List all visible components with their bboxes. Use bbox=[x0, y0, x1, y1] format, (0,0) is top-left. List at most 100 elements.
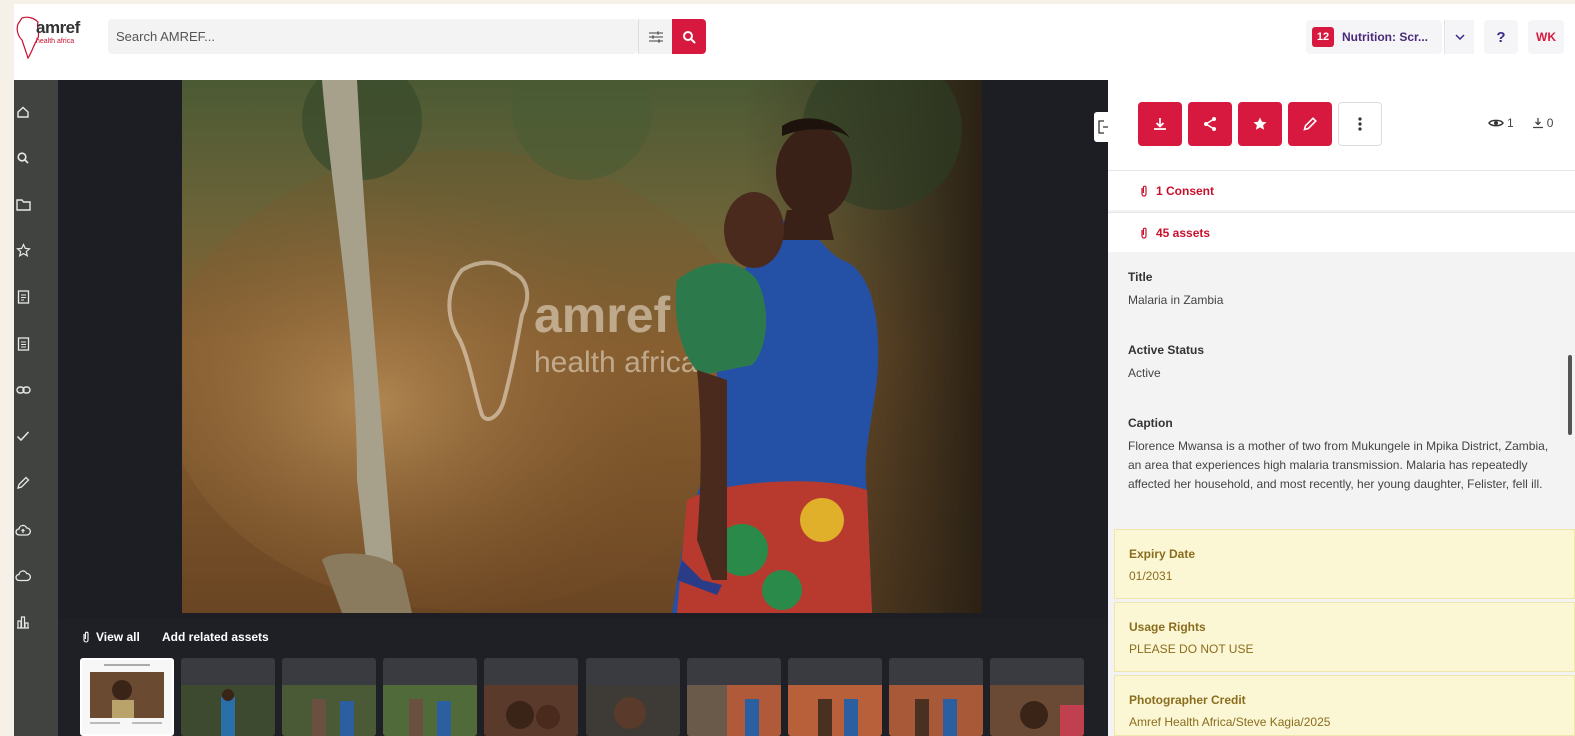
search-icon bbox=[17, 152, 29, 164]
related-assets-bar: View all Add related assets bbox=[58, 618, 1108, 736]
field-value: Malaria in Zambia bbox=[1128, 293, 1224, 307]
chevron-down-icon bbox=[1454, 34, 1465, 40]
cloud-upload-icon bbox=[15, 524, 31, 536]
field-label: Active Status bbox=[1128, 343, 1205, 357]
assets-label: 45 assets bbox=[1156, 225, 1211, 240]
paperclip-icon bbox=[1141, 227, 1147, 239]
search-box bbox=[108, 19, 638, 54]
asset-details-panel: 1 0 1 Consent 45 assets Title Malaria in… bbox=[1108, 80, 1575, 736]
sidebar-item-edit[interactable] bbox=[14, 472, 32, 494]
paperclip-icon bbox=[1141, 185, 1147, 197]
collection-count-badge: 12 bbox=[1312, 27, 1334, 47]
thumbnail[interactable] bbox=[990, 658, 1084, 736]
downloads-stat: 0 bbox=[1532, 116, 1554, 130]
download-button[interactable] bbox=[1138, 102, 1182, 146]
sidebar-item-folders[interactable] bbox=[14, 193, 32, 215]
thumbnail[interactable] bbox=[889, 658, 983, 736]
sidebar-item-favorites[interactable] bbox=[14, 239, 32, 261]
sidebar-item-cloud[interactable] bbox=[14, 565, 32, 587]
field-value: PLEASE DO NOT USE bbox=[1129, 642, 1254, 656]
sidebar-item-documents[interactable] bbox=[14, 286, 32, 308]
sidebar-item-approvals[interactable] bbox=[14, 425, 32, 447]
view-all-link[interactable]: View all bbox=[82, 630, 140, 644]
eye-icon bbox=[1488, 119, 1504, 127]
magnifier-icon bbox=[683, 30, 696, 43]
field-caption: Caption Florence Mwansa is a mother of t… bbox=[1128, 416, 1564, 494]
top-bar: amref health africa 12 Nutrition: Scr... bbox=[14, 4, 1575, 80]
field-label: Caption bbox=[1128, 416, 1173, 430]
asset-viewer: amref health africa View all Add related… bbox=[58, 80, 1108, 736]
cloud-icon bbox=[15, 570, 31, 582]
consent-link[interactable]: 1 Consent bbox=[1108, 170, 1575, 210]
thumbnail[interactable] bbox=[586, 658, 680, 736]
search-input[interactable] bbox=[116, 19, 616, 54]
thumbnail[interactable] bbox=[181, 658, 275, 736]
amref-logo[interactable]: amref health africa bbox=[14, 14, 94, 62]
document-icon bbox=[17, 290, 29, 304]
user-avatar-button[interactable]: WK bbox=[1528, 20, 1564, 54]
star-filled-icon bbox=[1253, 117, 1267, 130]
thumbnail[interactable] bbox=[788, 658, 882, 736]
thumbnail[interactable] bbox=[484, 658, 578, 736]
field-expiry-date: Expiry Date 01/2031 bbox=[1114, 529, 1575, 599]
collection-dropdown-button[interactable] bbox=[1444, 20, 1474, 54]
assets-link[interactable]: 45 assets bbox=[1108, 212, 1575, 252]
logo-tagline: health africa bbox=[36, 38, 75, 45]
sidebar-item-upload[interactable] bbox=[14, 519, 32, 541]
asset-photo[interactable]: amref health africa bbox=[182, 80, 982, 613]
thumbnail[interactable] bbox=[383, 658, 477, 736]
kebab-menu-icon bbox=[1358, 117, 1362, 131]
photo-illustration: amref health africa bbox=[182, 80, 982, 613]
thumbnail-image bbox=[484, 685, 578, 736]
share-button[interactable] bbox=[1188, 102, 1232, 146]
add-related-assets-link[interactable]: Add related assets bbox=[162, 630, 269, 644]
field-title: Title Malaria in Zambia bbox=[1128, 270, 1548, 310]
document-thumbnail-icon bbox=[82, 660, 172, 734]
field-value: Amref Health Africa/Steve Kagia/2025 bbox=[1129, 715, 1331, 729]
paperclip-icon bbox=[83, 631, 89, 643]
sidebar-item-search[interactable] bbox=[14, 147, 32, 169]
collection-label: Nutrition: Scr... bbox=[1342, 30, 1429, 44]
download-icon bbox=[1154, 118, 1166, 130]
share-icon bbox=[1204, 117, 1216, 131]
thumbnail[interactable] bbox=[282, 658, 376, 736]
check-icon bbox=[16, 431, 30, 442]
field-value: 01/2031 bbox=[1129, 569, 1173, 583]
help-button[interactable]: ? bbox=[1484, 20, 1518, 54]
field-label: Usage Rights bbox=[1129, 620, 1206, 634]
thumbnail[interactable] bbox=[687, 658, 781, 736]
asset-actions-bar: 1 0 bbox=[1108, 80, 1575, 170]
thumbnail-consent-document[interactable] bbox=[80, 658, 174, 736]
views-count: 1 bbox=[1507, 116, 1514, 130]
thumbnail-image bbox=[788, 685, 882, 736]
field-usage-rights: Usage Rights PLEASE DO NOT USE bbox=[1114, 602, 1575, 672]
downloads-count: 0 bbox=[1546, 116, 1554, 130]
panel-scrollbar[interactable] bbox=[1568, 355, 1572, 435]
more-options-button[interactable] bbox=[1338, 102, 1382, 146]
search-button[interactable] bbox=[672, 19, 706, 54]
edit-button[interactable] bbox=[1288, 102, 1332, 146]
asset-stats: 1 0 bbox=[1488, 116, 1553, 130]
sidebar-item-reports[interactable] bbox=[14, 333, 32, 355]
folder-icon bbox=[15, 198, 31, 211]
view-all-label: View all bbox=[96, 630, 140, 644]
field-photographer-credit: Photographer Credit Amref Health Africa/… bbox=[1114, 675, 1575, 736]
field-value: Florence Mwansa is a mother of two from … bbox=[1128, 439, 1549, 491]
thumbnail-image bbox=[586, 685, 680, 736]
thumbnail-image bbox=[282, 685, 376, 736]
favorite-button[interactable] bbox=[1238, 102, 1282, 146]
collection-selector[interactable]: 12 Nutrition: Scr... bbox=[1306, 20, 1442, 54]
home-icon bbox=[17, 106, 29, 118]
field-label: Photographer Credit bbox=[1129, 693, 1246, 707]
download-small-icon bbox=[1532, 118, 1543, 129]
sidebar-item-analytics[interactable] bbox=[14, 611, 32, 633]
field-label: Title bbox=[1128, 270, 1153, 284]
sidebar-item-home[interactable] bbox=[14, 101, 32, 123]
filter-button[interactable] bbox=[638, 19, 672, 54]
sidebar-item-links[interactable] bbox=[14, 379, 32, 401]
thumbnail-image bbox=[181, 685, 275, 736]
watermark-title: amref bbox=[534, 287, 671, 343]
link-icon bbox=[15, 386, 31, 394]
pencil-icon bbox=[17, 476, 30, 489]
app-window: amref health africa 12 Nutrition: Scr... bbox=[14, 4, 1575, 736]
